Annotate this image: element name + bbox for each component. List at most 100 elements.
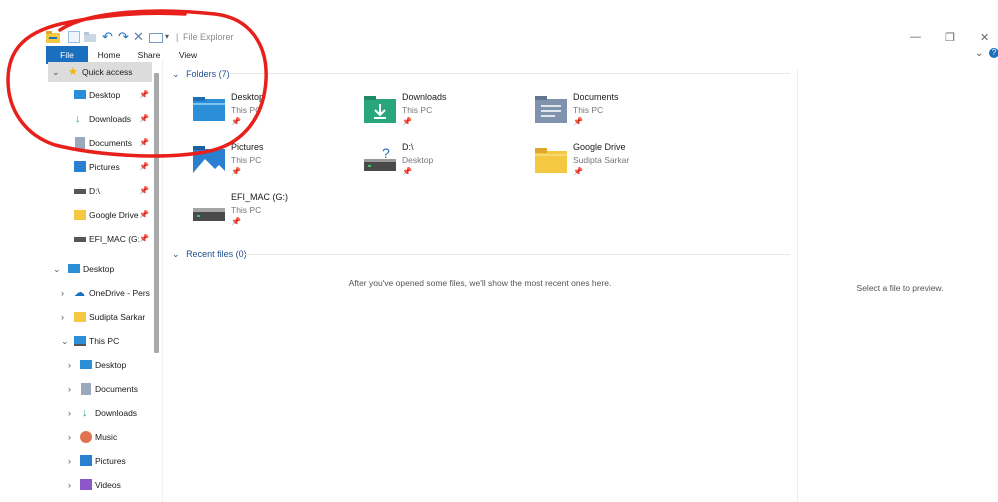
folder-tile-desktop[interactable]: Desktop This PC 📌 — [173, 92, 343, 138]
pin-icon[interactable]: 📌 — [139, 85, 149, 105]
documents-icon — [75, 137, 85, 149]
folder-name: Desktop — [231, 92, 265, 102]
minimize-button[interactable]: — — [910, 31, 921, 43]
chevron-right-icon[interactable]: › — [68, 451, 71, 471]
customize-toolbar-icon[interactable]: ▾ — [165, 31, 169, 43]
pin-icon: 📌 — [402, 117, 412, 126]
nav-item-label: Documents — [89, 138, 132, 148]
nav-item-label: Sudipta Sarkar — [89, 312, 146, 322]
ribbon-expand-icon[interactable]: ⌄ — [975, 48, 983, 59]
nav-quick-access[interactable]: ⌄ ★ Quick access — [48, 62, 152, 82]
drive-icon — [74, 189, 86, 194]
pin-icon: 📌 — [231, 117, 241, 126]
folders-section-header[interactable]: ⌄ Folders (7) — [172, 67, 230, 81]
help-icon[interactable]: ? — [989, 48, 998, 58]
chevron-down-icon[interactable]: ⌄ — [61, 331, 69, 351]
folder-location: Sudipta Sarkar — [573, 155, 630, 165]
folder-name: Documents — [573, 92, 619, 102]
nav-item-label: Google Drive — [89, 210, 139, 220]
svg-text:?: ? — [382, 145, 390, 161]
folder-tile-documents[interactable]: Documents This PC 📌 — [515, 92, 685, 138]
rename-icon[interactable] — [149, 33, 163, 43]
tab-view[interactable]: View — [171, 46, 205, 64]
folder-icon — [535, 148, 567, 173]
pin-icon[interactable]: 📌 — [139, 205, 149, 225]
pin-icon[interactable]: 📌 — [139, 181, 149, 201]
pin-icon[interactable]: 📌 — [139, 229, 149, 249]
pin-icon[interactable]: 📌 — [139, 157, 149, 177]
close-button[interactable]: ✕ — [980, 31, 989, 44]
folder-tile-pictures[interactable]: Pictures This PC 📌 — [173, 142, 343, 188]
folder-name: Google Drive — [573, 142, 626, 152]
restore-button[interactable]: ❐ — [945, 31, 955, 44]
recent-header-label: Recent files (0) — [186, 249, 247, 259]
chevron-down-icon[interactable]: ⌄ — [53, 259, 61, 279]
nav-quick-access-label: Quick access — [82, 67, 133, 77]
preview-message: Select a file to preview. — [856, 283, 944, 293]
title-bar: ↶ ↷ ✕ ▾ | File Explorer — ❐ ✕ — [0, 0, 998, 46]
chevron-right-icon[interactable]: › — [68, 379, 71, 399]
downloads-icon: ↓ — [75, 113, 81, 125]
redo-icon[interactable]: ↷ — [118, 30, 129, 43]
pin-icon[interactable]: 📌 — [139, 133, 149, 153]
nav-this-pc-label: This PC — [89, 336, 120, 346]
folder-name: Downloads — [402, 92, 447, 102]
chevron-down-icon[interactable]: ⌄ — [172, 249, 180, 259]
folder-location: This PC — [231, 155, 262, 165]
chevron-right-icon[interactable]: › — [68, 427, 71, 447]
folder-location: This PC — [402, 105, 433, 115]
file-explorer-icon — [46, 31, 60, 43]
folder-tile-downloads[interactable]: Downloads This PC 📌 — [344, 92, 514, 138]
title-separator: | — [176, 32, 179, 42]
folder-tile-d-drive[interactable]: ? D:\ Desktop 📌 — [344, 142, 514, 188]
pane-divider[interactable] — [162, 60, 163, 502]
folders-header-label: Folders (7) — [186, 69, 230, 79]
downloads-folder-icon — [364, 96, 396, 123]
chevron-right-icon[interactable]: › — [61, 283, 64, 303]
undo-icon[interactable]: ↶ — [102, 30, 113, 43]
pictures-icon — [80, 455, 92, 466]
nav-item-label: Videos — [95, 480, 121, 490]
folder-name: EFI_MAC (G:) — [231, 192, 289, 202]
music-icon — [80, 431, 92, 443]
nav-item-label: EFI_MAC (G:) — [89, 234, 139, 244]
pin-icon: 📌 — [402, 167, 412, 176]
downloads-icon: ↓ — [82, 407, 88, 419]
nav-item-label: Pictures — [95, 456, 126, 466]
delete-icon[interactable]: ✕ — [133, 30, 144, 43]
preview-divider[interactable] — [797, 70, 798, 502]
recent-section-header[interactable]: ⌄ Recent files (0) — [172, 247, 247, 261]
videos-icon — [80, 479, 92, 490]
pin-icon: 📌 — [573, 117, 583, 126]
chevron-right-icon[interactable]: › — [68, 475, 71, 495]
pin-icon: 📌 — [231, 217, 241, 226]
chevron-right-icon[interactable]: › — [61, 307, 64, 327]
folder-tile-efi-mac[interactable]: EFI_MAC (G:) This PC 📌 — [173, 192, 343, 238]
computer-icon — [74, 336, 86, 346]
properties-icon[interactable] — [68, 31, 80, 43]
nav-desktop-label: Desktop — [83, 264, 115, 274]
chevron-down-icon[interactable]: ⌄ — [52, 62, 60, 82]
nav-item-label: Downloads — [95, 408, 138, 418]
pictures-folder-icon — [193, 146, 225, 173]
new-folder-icon[interactable] — [84, 31, 96, 43]
chevron-right-icon[interactable]: › — [68, 403, 71, 423]
folder-location: This PC — [573, 105, 604, 115]
nav-item-label: Desktop — [89, 90, 121, 100]
window-title: File Explorer — [183, 32, 234, 42]
pin-icon: 📌 — [573, 167, 583, 176]
section-divider — [230, 73, 790, 74]
nav-item-label: D:\ — [89, 186, 100, 196]
folder-tile-google-drive[interactable]: Google Drive Sudipta Sarkar 📌 — [515, 142, 685, 188]
drive-question-icon: ? — [364, 145, 396, 171]
pin-icon[interactable]: 📌 — [139, 109, 149, 129]
folder-location: Desktop — [402, 155, 434, 165]
drive-icon — [193, 208, 225, 221]
desktop-folder-icon — [80, 360, 92, 369]
recent-empty-message: After you've opened some files, we'll sh… — [348, 278, 612, 288]
nav-scrollbar[interactable] — [154, 73, 159, 353]
user-folder-icon — [74, 312, 86, 322]
chevron-down-icon[interactable]: ⌄ — [172, 69, 180, 79]
cloud-icon: ☁ — [74, 287, 85, 299]
chevron-right-icon[interactable]: › — [68, 355, 71, 375]
